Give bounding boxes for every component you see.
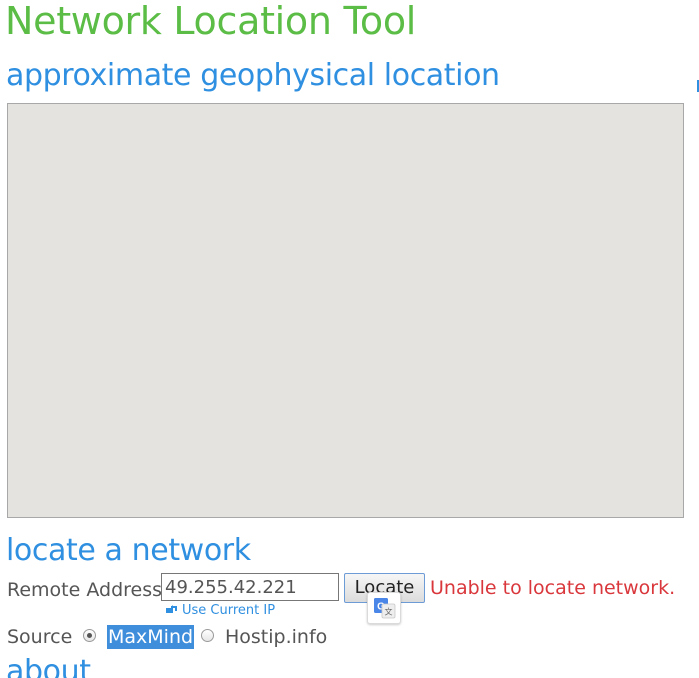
remote-address-label: Remote Address xyxy=(7,579,163,601)
map-canvas[interactable] xyxy=(7,103,684,518)
google-translate-icon[interactable]: G 文 xyxy=(367,592,401,624)
use-current-ip-link[interactable]: Use Current IP xyxy=(166,603,275,619)
geo-location-heading: approximate geophysical location xyxy=(6,58,500,93)
source-option-hostip[interactable]: Hostip.info xyxy=(225,625,327,649)
locate-network-heading: locate a network xyxy=(6,533,251,568)
source-option-maxmind[interactable]: MaxMind xyxy=(107,625,195,649)
source-radio-maxmind[interactable] xyxy=(83,629,96,642)
svg-text:文: 文 xyxy=(385,607,393,617)
refresh-arrow-icon xyxy=(166,604,178,614)
source-label: Source xyxy=(7,626,73,648)
error-message: Unable to locate network. xyxy=(430,577,676,599)
about-heading: about xyxy=(6,654,91,678)
remote-address-input[interactable] xyxy=(161,573,339,601)
use-current-ip-label: Use Current IP xyxy=(182,603,276,618)
source-radio-hostip[interactable] xyxy=(201,629,214,642)
page-title: Network Location Tool xyxy=(5,0,417,43)
